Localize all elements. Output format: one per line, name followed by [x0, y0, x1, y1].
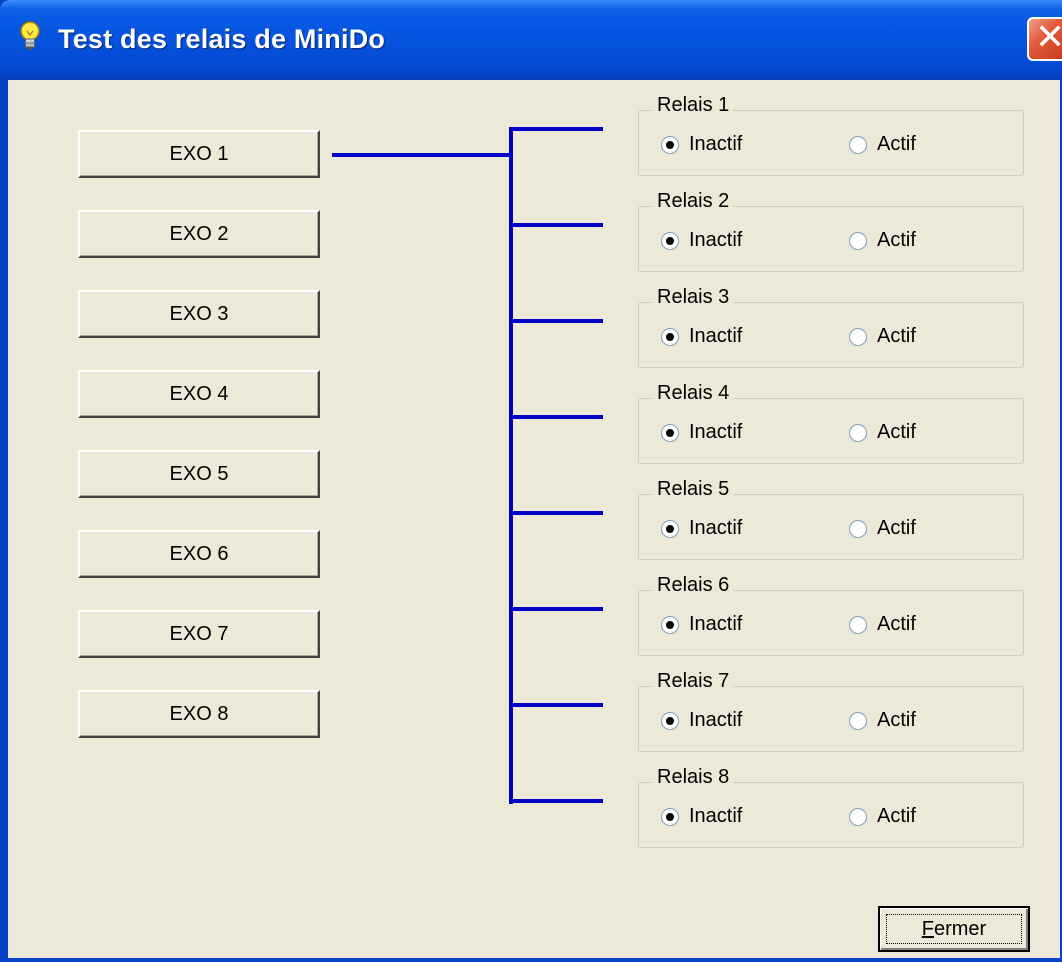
relay-group-4: Relais 4 Inactif Actif: [638, 382, 1024, 464]
exo-button-5[interactable]: EXO 5: [78, 450, 320, 498]
radio-label: Inactif: [689, 421, 743, 443]
radio-label: Actif: [877, 325, 916, 347]
exo-button-1[interactable]: EXO 1: [78, 130, 320, 178]
radio-label: Actif: [877, 517, 916, 539]
radio-button-icon[interactable]: [661, 712, 679, 730]
radio-label: Actif: [877, 613, 916, 635]
relay-group-8: Relais 8 Inactif Actif: [638, 766, 1024, 848]
exo-button-4[interactable]: EXO 4: [78, 370, 320, 418]
radio-button-icon[interactable]: [661, 232, 679, 250]
radio-button-icon[interactable]: [849, 328, 867, 346]
radio-button-icon[interactable]: [849, 232, 867, 250]
close-icon: ✕: [1035, 17, 1062, 58]
exo-button-6[interactable]: EXO 6: [78, 530, 320, 578]
window-title: Test des relais de MiniDo: [58, 24, 386, 54]
relay-group-label: Relais 1: [653, 94, 734, 117]
bus-branch-1: [509, 127, 603, 131]
radio-label: Actif: [877, 133, 916, 155]
radio-label: Actif: [877, 421, 916, 443]
relay-group-label: Relais 2: [653, 190, 734, 213]
relay-group-label: Relais 5: [653, 478, 734, 501]
fermer-label-rest: ermer: [933, 918, 987, 940]
radio-label: Actif: [877, 709, 916, 731]
relay-group-label: Relais 8: [653, 766, 734, 789]
radio-label: Inactif: [689, 517, 743, 539]
relay-group-label: Relais 3: [653, 286, 734, 309]
bus-link-to-selected-exo: [332, 153, 512, 157]
radio-label: Actif: [877, 229, 916, 251]
radio-button-icon[interactable]: [661, 328, 679, 346]
radio-label: Inactif: [689, 325, 743, 347]
relay-group-5: Relais 5 Inactif Actif: [638, 478, 1024, 560]
relay-group-1: Relais 1 Inactif Actif: [638, 94, 1024, 176]
radio-button-icon[interactable]: [849, 616, 867, 634]
bus-branch-2: [509, 223, 603, 227]
radio-button-icon[interactable]: [849, 424, 867, 442]
exo-button-2[interactable]: EXO 2: [78, 210, 320, 258]
relay-group-7: Relais 7 Inactif Actif: [638, 670, 1024, 752]
bus-branch-4: [509, 415, 603, 419]
relay-group-2: Relais 2 Inactif Actif: [638, 190, 1024, 272]
exo-button-7[interactable]: EXO 7: [78, 610, 320, 658]
bus-branch-3: [509, 319, 603, 323]
radio-label: Inactif: [689, 709, 743, 731]
fermer-button-label: Fermer: [922, 918, 986, 940]
radio-button-icon[interactable]: [849, 136, 867, 154]
fermer-accelerator-key: F: [921, 918, 934, 940]
bus-branch-7: [509, 703, 603, 707]
radio-button-icon[interactable]: [661, 424, 679, 442]
radio-button-icon[interactable]: [661, 520, 679, 538]
radio-button-icon[interactable]: [849, 808, 867, 826]
bus-branch-6: [509, 607, 603, 611]
radio-button-icon[interactable]: [849, 712, 867, 730]
title-bar[interactable]: Test des relais de MiniDo ✕: [0, 0, 1062, 80]
relay-group-label: Relais 4: [653, 382, 734, 405]
radio-label: Inactif: [689, 805, 743, 827]
radio-label: Inactif: [689, 229, 743, 251]
radio-button-icon[interactable]: [849, 520, 867, 538]
fermer-button[interactable]: Fermer: [878, 906, 1030, 952]
radio-label: Inactif: [689, 613, 743, 635]
window-close-button[interactable]: ✕: [1027, 17, 1062, 61]
lightbulb-icon: [20, 21, 40, 50]
relay-group-label: Relais 7: [653, 670, 734, 693]
exo-button-3[interactable]: EXO 3: [78, 290, 320, 338]
radio-label: Actif: [877, 805, 916, 827]
radio-button-icon[interactable]: [661, 808, 679, 826]
radio-button-icon[interactable]: [661, 136, 679, 154]
relay-group-3: Relais 3 Inactif Actif: [638, 286, 1024, 368]
exo-button-8[interactable]: EXO 8: [78, 690, 320, 738]
relay-group-label: Relais 6: [653, 574, 734, 597]
radio-label: Inactif: [689, 133, 743, 155]
radio-button-icon[interactable]: [661, 616, 679, 634]
relay-group-6: Relais 6 Inactif Actif: [638, 574, 1024, 656]
bus-branch-8: [509, 799, 603, 803]
bus-branch-5: [509, 511, 603, 515]
